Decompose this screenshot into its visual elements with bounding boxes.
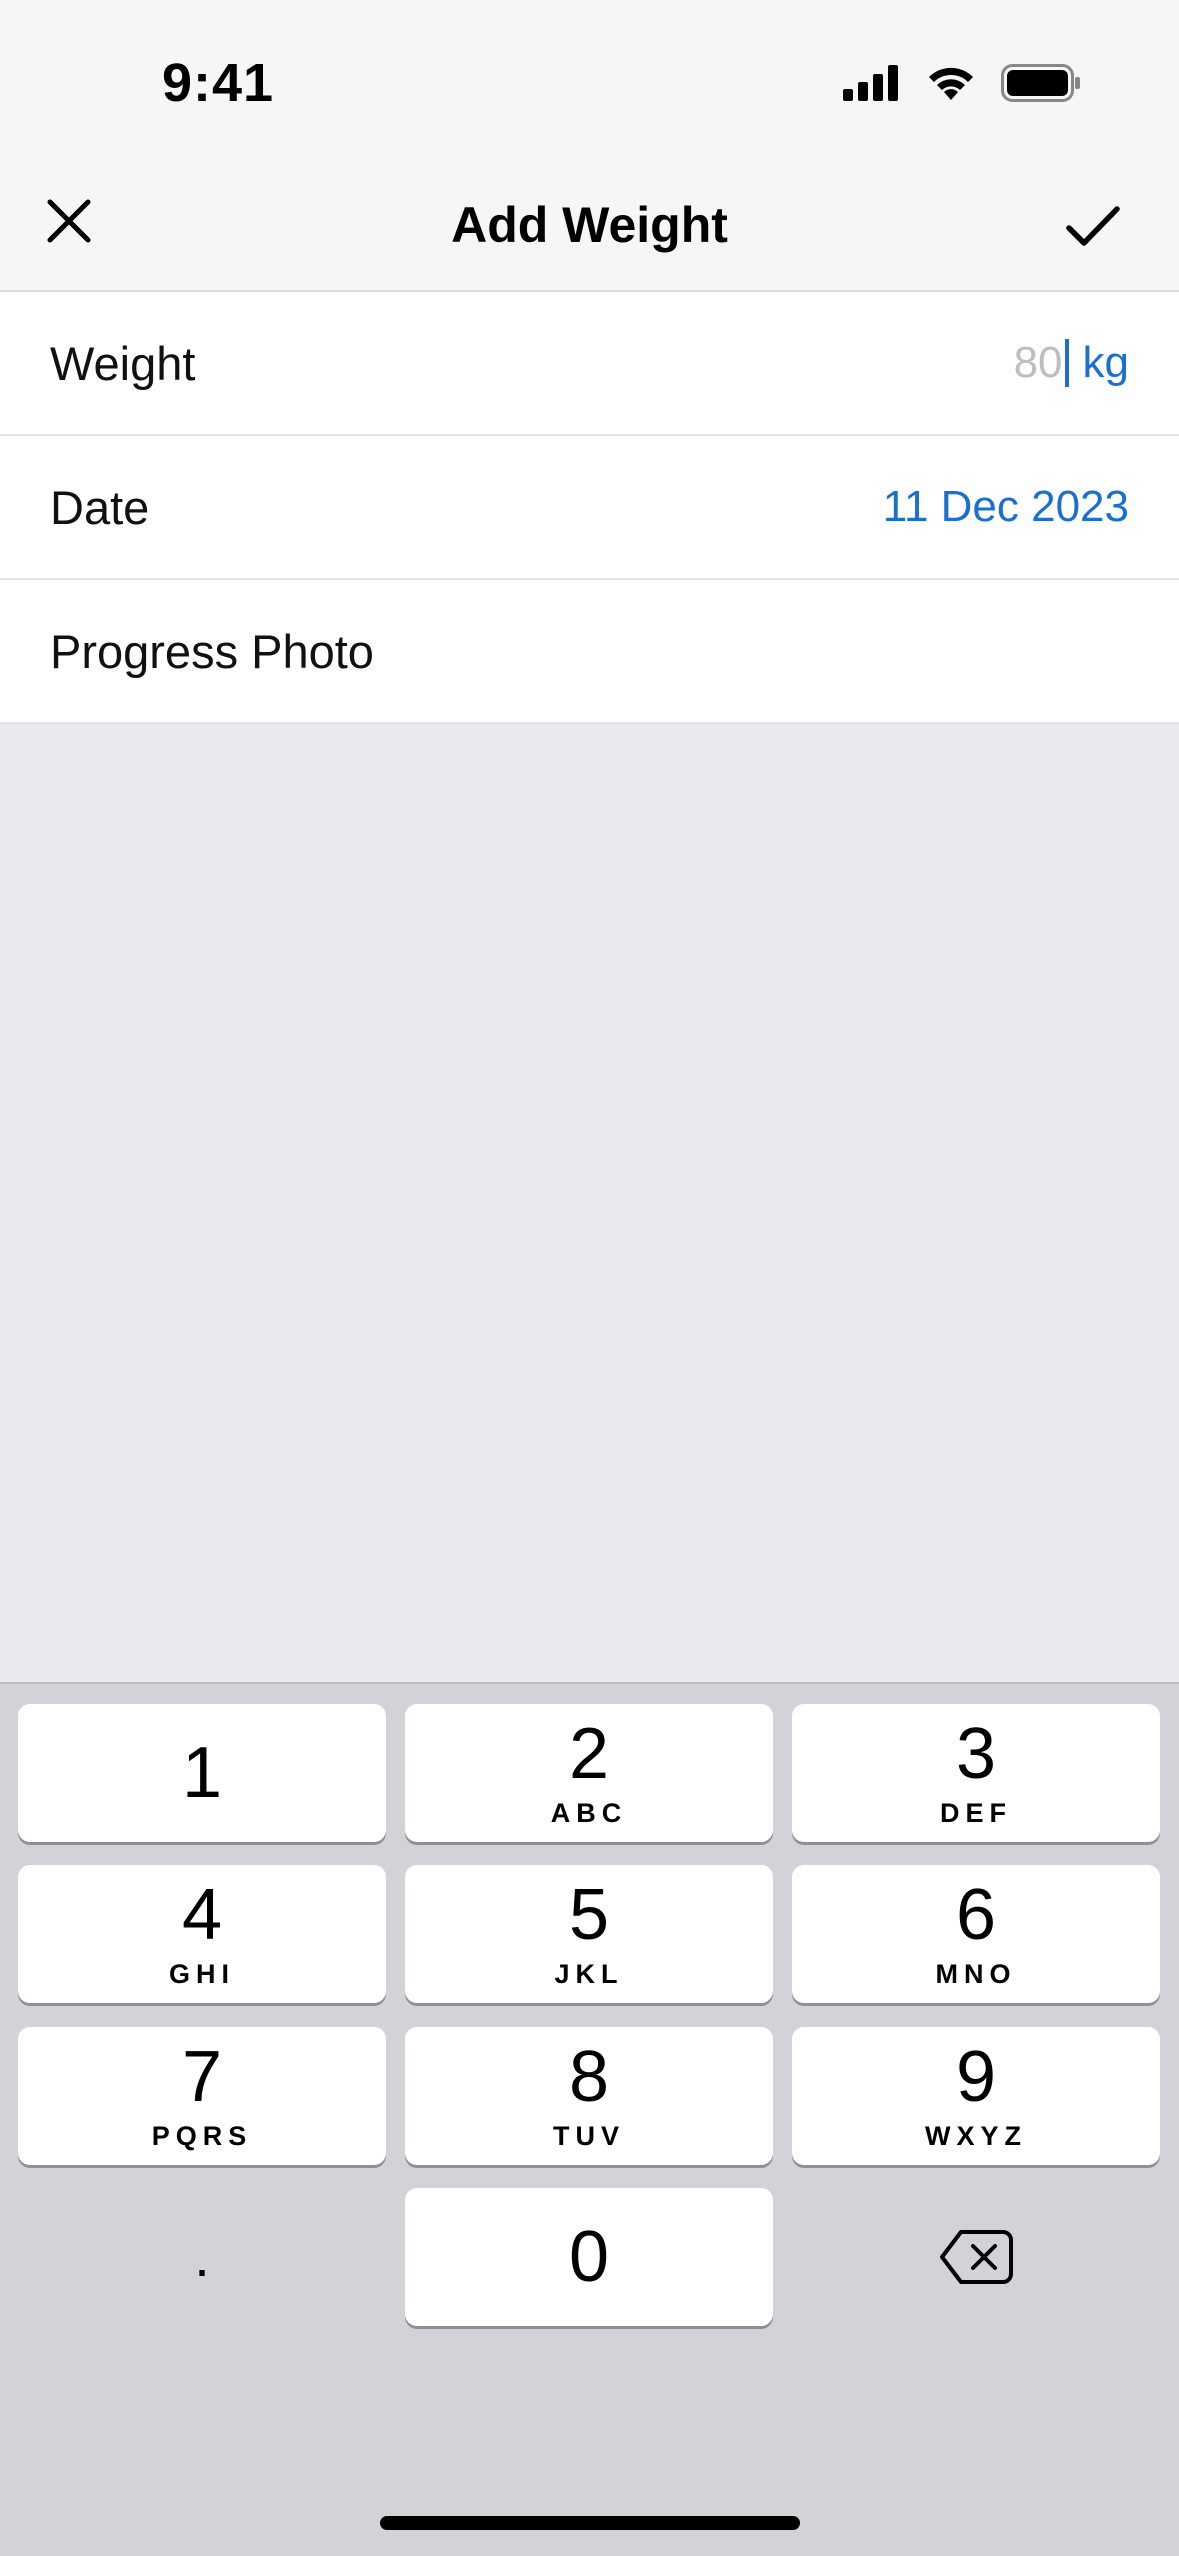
date-label: Date [50,480,150,534]
weight-form: Weight 80 kg Date 11 Dec 2023 Progress P… [0,292,1179,724]
key-digit: 8 [568,2036,610,2117]
progress-photo-row[interactable]: Progress Photo [0,580,1179,724]
key-digit: 2 [568,1713,610,1794]
battery-icon [1001,64,1081,107]
decimal-key[interactable]: . [18,2188,386,2326]
key-digit: 1 [181,1733,223,1813]
wifi-icon [925,64,977,107]
key-digit: 3 [955,1713,997,1794]
weight-field[interactable]: 80 kg [1014,338,1129,388]
key-letters: GHI [168,1958,235,1989]
weight-unit: kg [1082,338,1129,387]
page-title: Add Weight [451,197,728,253]
key-9[interactable]: 9 WXYZ [792,2027,1160,2165]
cellular-signal-icon [843,65,901,106]
top-bar: 9:41 Add Weight [0,0,1179,292]
key-digit: 7 [181,2036,223,2117]
text-caret [1064,339,1069,387]
key-letters: WXYZ [925,2120,1027,2151]
status-time: 9:41 [162,53,275,113]
home-indicator [380,2516,800,2530]
save-button[interactable] [1057,190,1129,262]
numeric-keypad: 1 2 ABC 3 DEF 4 GHI 5 JKL 6 MNO 7 PQRS 8… [0,1682,1179,2556]
key-letters: ABC [550,1797,628,1828]
date-row[interactable]: Date 11 Dec 2023 [0,436,1179,580]
key-digit: 5 [568,1874,610,1955]
key-letters: DEF [940,1797,1012,1828]
key-0[interactable]: 0 [405,2188,773,2326]
backspace-icon [940,2230,1013,2284]
weight-placeholder: 80 [1013,338,1063,387]
status-icons [843,64,1081,107]
key-letters: JKL [554,1958,624,1989]
key-5[interactable]: 5 JKL [405,1865,773,2003]
weight-row[interactable]: Weight 80 kg [0,292,1179,436]
key-digit: 9 [955,2036,997,2117]
progress-photo-label: Progress Photo [50,624,374,678]
date-value[interactable]: 11 Dec 2023 [883,482,1129,532]
key-6[interactable]: 6 MNO [792,1865,1160,2003]
weight-label: Weight [50,336,196,390]
add-weight-screen: 9:41 Add Weight Weight 80 kg Date 11 Dec… [0,0,1179,2556]
checkmark-icon [1066,206,1120,246]
key-letters: TUV [553,2120,625,2151]
key-7[interactable]: 7 PQRS [18,2027,386,2165]
key-letters: PQRS [151,2120,253,2151]
key-digit: 6 [955,1874,997,1955]
delete-key[interactable] [792,2188,1160,2326]
key-4[interactable]: 4 GHI [18,1865,386,2003]
key-letters: MNO [935,1958,1017,1989]
key-3[interactable]: 3 DEF [792,1704,1160,1842]
key-1[interactable]: 1 [18,1704,386,1842]
key-2[interactable]: 2 ABC [405,1704,773,1842]
key-digit: 4 [181,1874,223,1955]
key-8[interactable]: 8 TUV [405,2027,773,2165]
key-digit: 0 [568,2217,610,2297]
decimal-symbol: . [194,2225,210,2288]
